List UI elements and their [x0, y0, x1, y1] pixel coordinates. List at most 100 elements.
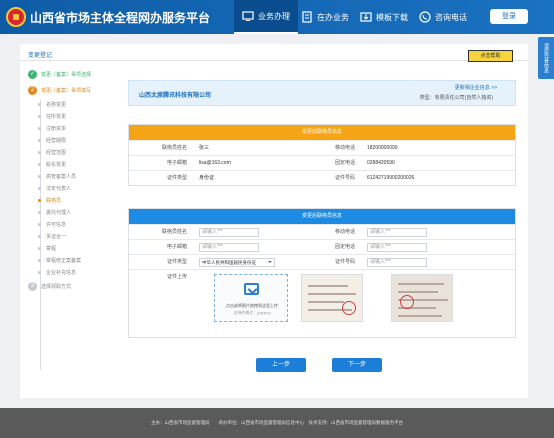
sidebar-subitem[interactable]: 名称变更 [28, 98, 98, 110]
help-button[interactable]: 点击帮助 [468, 50, 513, 62]
sidebar-subitem[interactable]: 联络员 [28, 194, 98, 206]
next-button[interactable]: 下一步 [332, 358, 382, 372]
form-row: 证件类型 身份证 证件号码 61242719900200026 [129, 170, 515, 185]
company-name: 山西太原腾讯科技有限公司 [139, 93, 212, 99]
bullet-icon [38, 126, 41, 130]
company-type: 类型：有限责任公司(自然人独资) [419, 95, 493, 101]
field-value: 61242719900200026 [367, 175, 415, 181]
phone-input[interactable]: 请输入*** [367, 243, 427, 252]
sidebar-subitem[interactable]: 注册资本 [28, 122, 98, 134]
prev-button[interactable]: 上一步 [256, 358, 306, 372]
bullet-icon [38, 246, 41, 250]
bullet-icon [38, 162, 41, 166]
nav-in-progress[interactable]: 在办业务 [293, 0, 357, 34]
monitor-icon [242, 11, 254, 21]
sidebar-subitem[interactable]: 经营期限 [28, 134, 98, 146]
sidebar-subitem[interactable]: 多证合一 [28, 230, 98, 242]
subitem-label: 许可信息 [46, 221, 67, 228]
step-number: 3 [28, 281, 37, 291]
subitem-label: 高管备案人员 [46, 173, 77, 180]
id-photo-thumbnail[interactable] [391, 274, 453, 322]
sidebar-subitem[interactable]: 股东变更 [28, 158, 98, 170]
step-1[interactable]: ✓ 变更（备案）事项选择 [28, 66, 98, 82]
form-row: 电子邮箱 请输入*** 固定电话 请输入*** [129, 239, 515, 254]
emblem-logo [6, 7, 26, 27]
upload-box-icon [244, 283, 259, 295]
sidebar-subitem[interactable]: 章程 [28, 242, 98, 254]
site-title: 山西省市场主体全程网办服务平台 [30, 11, 211, 25]
subitem-label: 经营期限 [46, 137, 67, 144]
field-label: 证件类型 [166, 175, 187, 181]
nav-templates[interactable]: 模板下载 [352, 0, 416, 34]
sidebar-subitem[interactable]: 法定代表人 [28, 182, 98, 194]
breadcrumb[interactable]: 变更登记 [28, 50, 52, 59]
mobile-input[interactable]: 请输入*** [367, 228, 427, 237]
form-row: 联络员姓名 请输入*** 移动电话 请输入*** [129, 224, 515, 239]
bullet-icon [38, 186, 41, 190]
sidebar-subitem[interactable]: 委托代理人 [28, 206, 98, 218]
field-label: 电子邮箱 [166, 160, 187, 166]
id-type-select[interactable]: 中华人民共和国居民身份证 [199, 258, 275, 267]
after-form-title: 变更后联络员信息 [129, 209, 515, 224]
field-value: lisa@163.com [199, 160, 231, 166]
bullet-icon [38, 258, 41, 262]
upload-format-hint: 支持的格式：jpg/png [233, 310, 271, 315]
subitem-label: 注册资本 [46, 125, 67, 132]
nav-label: 咨询电话 [435, 12, 467, 22]
download-icon [360, 12, 372, 22]
step-label: 变更（备案）事项选择 [41, 71, 92, 78]
step-label: 选择领取方式 [41, 283, 72, 290]
id-number-input[interactable]: 请输入*** [367, 258, 427, 267]
document-icon [302, 11, 312, 23]
field-label: 证件上传 [166, 274, 187, 280]
step-3[interactable]: 3 选择领取方式 [28, 278, 98, 294]
update-company-link[interactable]: 更新相企业信息 >> [455, 84, 497, 91]
upload-dropzone[interactable]: 点击或将图片拖拽到这里上传 支持的格式：jpg/png [214, 274, 288, 322]
id-photo-thumbnail[interactable] [301, 274, 363, 322]
subitem-label: 股东变更 [46, 161, 67, 168]
nav-label: 模板下载 [376, 12, 408, 22]
field-label: 证件号码 [334, 259, 355, 265]
divider [20, 60, 528, 61]
subitem-label: 章程修正案备案 [46, 257, 82, 264]
bullet-icon [38, 222, 41, 226]
complete-info-tab[interactable]: 请您完善信息 [538, 37, 554, 79]
sidebar-subitem[interactable]: 高管备案人员 [28, 170, 98, 182]
nav-label: 在办业务 [317, 12, 349, 22]
nav-business[interactable]: 业务办理 [234, 0, 298, 34]
field-label: 固定电话 [334, 160, 355, 166]
seal-icon [400, 295, 414, 309]
bullet-icon [38, 150, 41, 154]
login-button[interactable]: 登录 [490, 9, 528, 24]
field-value: 张三 [199, 145, 210, 151]
field-label: 移动电话 [334, 229, 355, 235]
nav-hotline[interactable]: 咨询电话 [411, 0, 475, 34]
step-sidebar: ✓ 变更（备案）事项选择 2 变更（备案）事项填写 名称变更住所变更注册资本经营… [28, 64, 98, 370]
phone-icon [419, 11, 431, 23]
check-icon: ✓ [28, 69, 37, 79]
sidebar-subitem[interactable]: 企业补充信息 [28, 266, 98, 278]
subitem-label: 联络员 [46, 197, 62, 204]
sidebar-subitem[interactable]: 住所变更 [28, 110, 98, 122]
email-input[interactable]: 请输入*** [199, 243, 259, 252]
field-label: 移动电话 [334, 145, 355, 151]
bullet-icon [38, 210, 41, 214]
sidebar-subitem[interactable]: 章程修正案备案 [28, 254, 98, 266]
seal-icon [342, 301, 356, 315]
field-label: 固定电话 [334, 244, 355, 250]
contact-name-input[interactable]: 请输入*** [199, 228, 259, 237]
field-label: 联络员姓名 [161, 145, 187, 151]
form-row: 电子邮箱 lisa@163.com 固定电话 0288420590 [129, 155, 515, 170]
field-value: 18200000000 [367, 145, 398, 151]
sidebar-subitem[interactable]: 经营范围 [28, 146, 98, 158]
subitem-label: 多证合一 [46, 233, 67, 240]
subitem-label: 名称变更 [46, 101, 67, 108]
bullet-icon [38, 270, 41, 274]
bullet-icon [38, 138, 41, 142]
form-row: 联络员姓名 张三 移动电话 18200000000 [129, 140, 515, 155]
nav-label: 业务办理 [258, 11, 290, 21]
field-label: 联络员姓名 [161, 229, 187, 235]
sidebar-subitem[interactable]: 许可信息 [28, 218, 98, 230]
before-contact-form: 变更前联络员信息 联络员姓名 张三 移动电话 18200000000 电子邮箱 lisa@… [128, 124, 516, 186]
step-2[interactable]: 2 变更（备案）事项填写 [28, 82, 98, 98]
